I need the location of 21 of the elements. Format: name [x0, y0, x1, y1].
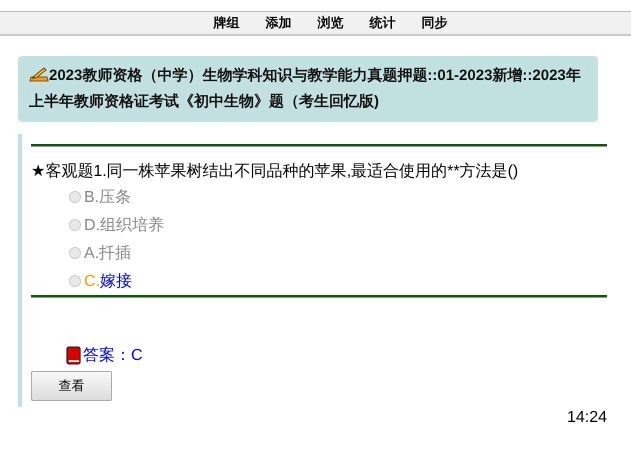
- radio-button[interactable]: [69, 191, 81, 203]
- view-button[interactable]: 查看: [31, 371, 112, 401]
- nav-link[interactable]: 浏览: [318, 14, 344, 32]
- nav-link[interactable]: 添加: [266, 14, 292, 32]
- option-label: A.扦插: [84, 244, 132, 264]
- radio-button[interactable]: [69, 247, 81, 259]
- deck-title-banner: 2023教师资格（中学）生物学科知识与教学能力真题押题::01-2023新增::2023年上半年教师资格证考试《初中生物》题（考生回忆版): [18, 56, 598, 122]
- answer-text: 答案：C: [83, 345, 143, 366]
- question-text: 客观题1.同一株苹果树结出不同品种的苹果,最适合使用的**方法是(): [45, 163, 518, 180]
- nav-link[interactable]: 统计: [370, 14, 396, 32]
- radio-button[interactable]: [69, 219, 81, 231]
- time-text: 14:24: [566, 409, 607, 427]
- option-label: C.嫁接: [84, 272, 132, 292]
- nav-link[interactable]: 同步: [422, 14, 448, 32]
- pencil-writing-icon: [29, 66, 49, 82]
- radio-button[interactable]: [69, 275, 81, 287]
- option-label: D.组织培养: [84, 216, 164, 236]
- nav-link[interactable]: 牌组: [214, 14, 240, 32]
- book-icon: [66, 346, 81, 364]
- option-label: B.压条: [84, 188, 132, 208]
- star-icon: ★: [31, 163, 46, 180]
